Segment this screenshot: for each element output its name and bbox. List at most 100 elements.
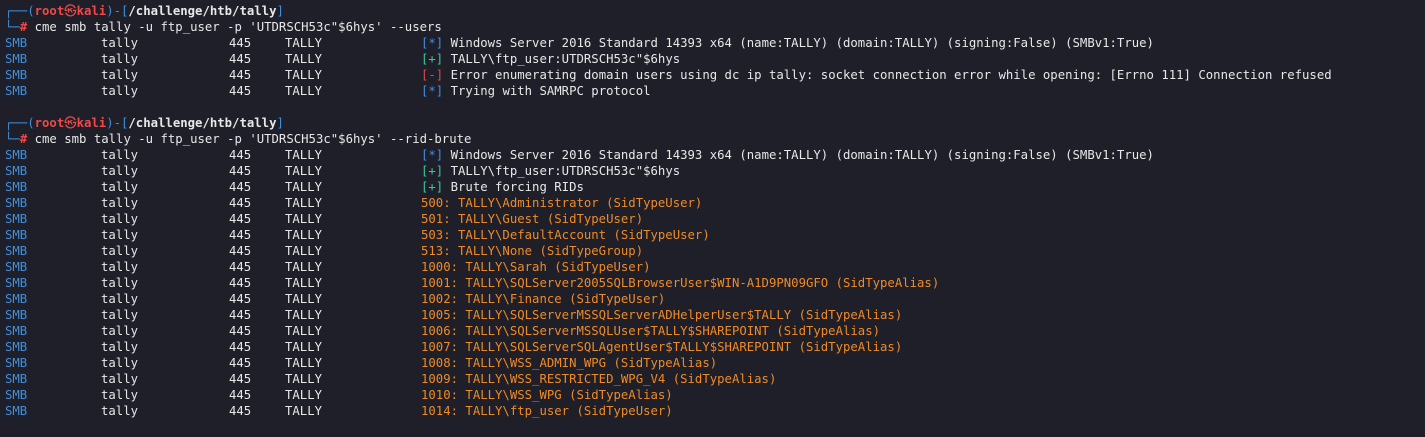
host-label: tally <box>101 324 139 338</box>
protocol-label: SMB <box>5 356 28 370</box>
output-message: 1008: TALLY\WSS_ADMIN_WPG (SidTypeAlias) <box>421 355 717 371</box>
output-message: 500: TALLY\Administrator (SidTypeUser) <box>421 195 702 211</box>
output-message: [-] Error enumerating domain users using… <box>421 67 1332 83</box>
prompt-host: kali <box>76 116 107 130</box>
output-row: SMB tally 445 TALLY [+] TALLY\ftp_user:UTDRS… <box>5 51 1425 67</box>
host-label: tally <box>101 52 139 66</box>
protocol-label: SMB <box>5 372 28 386</box>
output-row: SMB tally 445 TALLY [+] TALLY\ftp_user:UTDRS… <box>5 163 1425 179</box>
output-message: 503: TALLY\DefaultAccount (SidTypeUser) <box>421 227 710 243</box>
protocol-label: SMB <box>5 324 28 338</box>
status-marker: [*] <box>421 148 444 162</box>
marker-spacer <box>443 52 450 66</box>
prompt-frame-bottom: └─ <box>5 20 20 34</box>
status-marker: [+] <box>421 52 444 66</box>
prompt-command-line: └─# cme smb tally -u ftp_user -p 'UTDRSC… <box>5 131 1425 147</box>
output-message: 1007: TALLY\SQLServerSQLAgentUser$TALLY$… <box>421 339 902 355</box>
netbios-name: TALLY <box>285 404 323 418</box>
output-message: 1000: TALLY\Sarah (SidTypeUser) <box>421 259 651 275</box>
netbios-name: TALLY <box>285 388 323 402</box>
output-text: 501: TALLY\Guest (SidTypeUser) <box>421 212 644 226</box>
output-message: [+] TALLY\ftp_user:UTDRSCH53c"$6hys <box>421 51 680 67</box>
port-label: 445 <box>229 340 252 354</box>
prompt-path: /challenge/htb/tally <box>128 116 277 130</box>
prompt-frame-end: ] <box>276 4 284 18</box>
host-label: tally <box>101 292 139 306</box>
output-row: SMB tally 445 TALLY 1000: TALLY\Sarah (SidTy… <box>5 259 1425 275</box>
command-spacer <box>27 132 34 146</box>
netbios-name: TALLY <box>285 52 323 66</box>
output-row: SMB tally 445 TALLY [*] Windows Server 2016 … <box>5 35 1425 51</box>
output-text: 1009: TALLY\WSS_RESTRICTED_WPG_V4 (SidTy… <box>421 372 777 386</box>
port-label: 445 <box>229 372 252 386</box>
output-message: 1010: TALLY\WSS_WPG (SidTypeAlias) <box>421 387 673 403</box>
netbios-name: TALLY <box>285 372 323 386</box>
prompt-frame-top: ┌──( <box>5 116 35 130</box>
protocol-label: SMB <box>5 276 28 290</box>
host-label: tally <box>101 148 139 162</box>
protocol-label: SMB <box>5 36 28 50</box>
output-row: SMB tally 445 TALLY 1008: TALLY\WSS_ADMIN_WP… <box>5 355 1425 371</box>
output-row: SMB tally 445 TALLY [*] Windows Server 2016 … <box>5 147 1425 163</box>
port-label: 445 <box>229 292 252 306</box>
output-text: 1000: TALLY\Sarah (SidTypeUser) <box>421 260 651 274</box>
protocol-label: SMB <box>5 404 28 418</box>
protocol-label: SMB <box>5 180 28 194</box>
netbios-name: TALLY <box>285 292 323 306</box>
output-message: 513: TALLY\None (SidTypeGroup) <box>421 243 643 259</box>
output-text: 1010: TALLY\WSS_WPG (SidTypeAlias) <box>421 388 673 402</box>
output-message: [+] TALLY\ftp_user:UTDRSCH53c"$6hys <box>421 163 680 179</box>
output-row: SMB tally 445 TALLY 513: TALLY\None (SidType… <box>5 243 1425 259</box>
status-marker: [*] <box>421 84 444 98</box>
command-spacer <box>27 20 34 34</box>
host-label: tally <box>101 388 139 402</box>
host-label: tally <box>101 356 139 370</box>
prompt-command-line: └─# cme smb tally -u ftp_user -p 'UTDRSC… <box>5 19 1425 35</box>
netbios-name: TALLY <box>285 356 323 370</box>
prompt-frame-mid: )-[ <box>106 4 129 18</box>
marker-spacer <box>443 84 450 98</box>
output-text: 1005: TALLY\SQLServerMSSQLServerADHelper… <box>421 308 903 322</box>
output-text: 500: TALLY\Administrator (SidTypeUser) <box>421 196 703 210</box>
netbios-name: TALLY <box>285 260 323 274</box>
netbios-name: TALLY <box>285 180 323 194</box>
netbios-name: TALLY <box>285 36 323 50</box>
output-message: [*] Windows Server 2016 Standard 14393 x… <box>421 147 1154 163</box>
port-label: 445 <box>229 180 252 194</box>
netbios-name: TALLY <box>285 276 323 290</box>
output-row: SMB tally 445 TALLY 1010: TALLY\WSS_WPG (Sid… <box>5 387 1425 403</box>
terminal-window[interactable]: ┌──(root㉿kali)-[/challenge/htb/tally] └─#… <box>0 0 1425 437</box>
host-label: tally <box>101 260 139 274</box>
port-label: 445 <box>229 388 252 402</box>
protocol-label: SMB <box>5 388 28 402</box>
output-text: Windows Server 2016 Standard 14393 x64 (… <box>450 148 1154 162</box>
output-message: 1002: TALLY\Finance (SidTypeUser) <box>421 291 665 307</box>
output-row: SMB tally 445 TALLY [+] Brute forcing RIDs <box>5 179 1425 195</box>
output-text: TALLY\ftp_user:UTDRSCH53c"$6hys <box>450 164 681 178</box>
protocol-label: SMB <box>5 164 28 178</box>
output-text: 1007: TALLY\SQLServerSQLAgentUser$TALLY$… <box>421 340 903 354</box>
port-label: 445 <box>229 164 252 178</box>
host-label: tally <box>101 276 139 290</box>
output-row: SMB tally 445 TALLY 1002: TALLY\Finance (Sid… <box>5 291 1425 307</box>
output-row: SMB tally 445 TALLY 503: TALLY\DefaultAccoun… <box>5 227 1425 243</box>
marker-spacer <box>443 68 450 82</box>
output-message: 501: TALLY\Guest (SidTypeUser) <box>421 211 643 227</box>
port-label: 445 <box>229 228 252 242</box>
port-label: 445 <box>229 260 252 274</box>
port-label: 445 <box>229 308 252 322</box>
status-marker: [+] <box>421 164 444 178</box>
port-label: 445 <box>229 196 252 210</box>
protocol-label: SMB <box>5 292 28 306</box>
marker-spacer <box>443 36 450 50</box>
output-row: SMB tally 445 TALLY 1007: TALLY\SQLServerSQL… <box>5 339 1425 355</box>
output-row: SMB tally 445 TALLY 1006: TALLY\SQLServerMSS… <box>5 323 1425 339</box>
command-text: cme smb tally -u ftp_user -p 'UTDRSCH53c… <box>34 20 442 34</box>
host-label: tally <box>101 84 139 98</box>
netbios-name: TALLY <box>285 228 323 242</box>
status-marker: [-] <box>421 68 444 82</box>
port-label: 445 <box>229 324 252 338</box>
host-label: tally <box>101 372 139 386</box>
host-label: tally <box>101 180 139 194</box>
